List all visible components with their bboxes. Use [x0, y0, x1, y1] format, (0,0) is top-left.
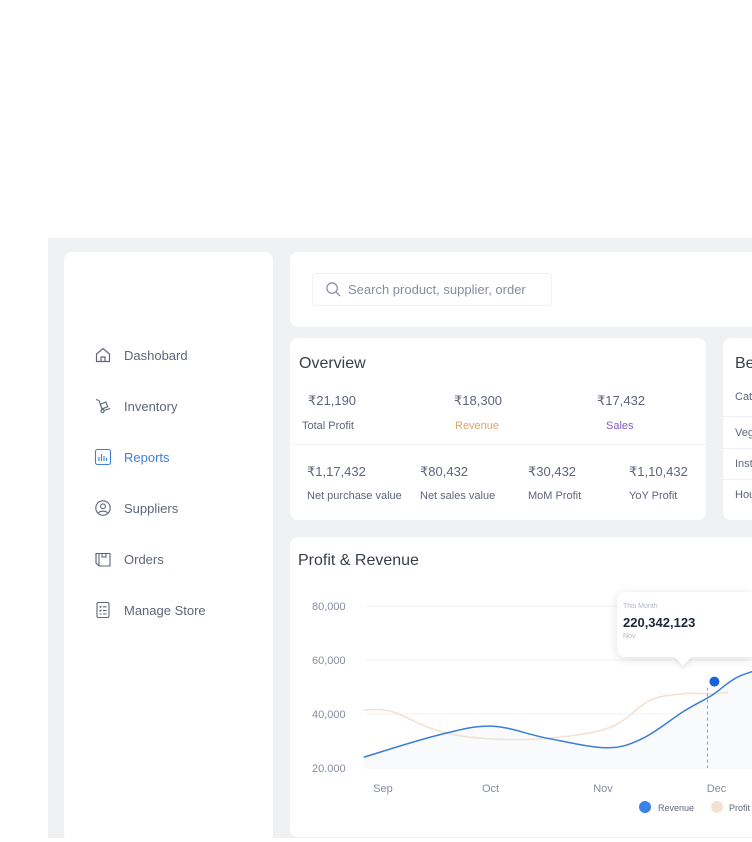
legend-revenue-swatch: [639, 801, 651, 813]
legend-profit-label: Profit: [729, 803, 751, 813]
chart-tooltip: This Month 220,342,123 Nov: [617, 592, 752, 657]
overview-divider: [290, 444, 706, 445]
y-tick-label: 80,000: [312, 601, 346, 613]
net-purchase-label: Net purchase value: [307, 490, 402, 502]
profit-revenue-card: Profit & Revenue 80,000 60,000 40,000 20.00…: [290, 537, 752, 837]
revenue-label: Revenue: [455, 420, 500, 432]
sidebar-item-label: Dashobard: [124, 347, 188, 363]
legend-revenue-label: Revenue: [658, 803, 694, 813]
y-tick-label: 20.000: [312, 763, 346, 775]
x-tick-label: Nov: [593, 783, 613, 795]
sidebar-item-label: Manage Store: [124, 602, 206, 618]
row-divider: [723, 479, 752, 480]
net-sales-value: ₹80,432: [420, 464, 469, 479]
sidebar-item-suppliers[interactable]: Suppliers: [94, 497, 178, 519]
y-tick-label: 40,000: [312, 709, 346, 721]
sales-label: Sales: [606, 420, 634, 432]
best-selling-row[interactable]: Veg: [735, 427, 752, 439]
tooltip-label: This Month: [623, 603, 658, 610]
best-selling-row[interactable]: Hou: [735, 489, 752, 501]
home-icon: [94, 346, 112, 364]
sidebar-item-manage-store[interactable]: Manage Store: [94, 599, 206, 621]
total-profit-label: Total Profit: [302, 420, 354, 432]
sidebar-item-label: Inventory: [124, 398, 178, 414]
profit-revenue-chart: 80,000 60,000 40,000 20.000 Sep Oct Nov Dec Reve…: [312, 601, 752, 813]
yoy-profit-value: ₹1,10,432: [629, 464, 688, 479]
revenue-area: [363, 671, 752, 768]
best-selling-title: Be: [735, 355, 752, 372]
best-selling-card: Be Cat Veg Inst Hou: [723, 338, 752, 520]
tooltip-period: Nov: [623, 633, 636, 640]
bar-chart-icon: [94, 448, 112, 466]
legend-profit-swatch: [711, 801, 723, 813]
best-selling-header: Cat: [735, 391, 752, 403]
sidebar-item-label: Suppliers: [124, 500, 179, 516]
top-bar: [290, 252, 752, 327]
mom-profit-label: MoM Profit: [528, 490, 582, 502]
sidebar-item-inventory[interactable]: Inventory: [94, 395, 177, 417]
total-profit-value: ₹21,190: [308, 393, 357, 408]
sidebar-item-reports[interactable]: Reports: [94, 446, 170, 468]
overview-title: Overview: [299, 355, 366, 372]
yoy-profit-label: YoY Profit: [629, 490, 678, 502]
search-icon: [326, 282, 341, 297]
mom-profit-value: ₹30,432: [528, 464, 577, 479]
tooltip-value: 220,342,123: [623, 615, 696, 630]
net-sales-label: Net sales value: [420, 490, 496, 502]
row-divider: [723, 448, 752, 449]
hand-truck-icon: [94, 397, 112, 415]
sidebar-item-dashboard[interactable]: Dashobard: [94, 344, 188, 366]
overview-card: Overview ₹21,190 Total Profit ₹18,300 Re…: [290, 338, 706, 520]
clipboard-list-icon: [94, 601, 112, 619]
best-selling-row[interactable]: Inst: [735, 458, 752, 470]
x-tick-label: Dec: [707, 783, 727, 795]
sidebar: Dashobard Inventory Reports Suppliers Or…: [64, 252, 273, 842]
row-divider: [723, 416, 752, 417]
search-box[interactable]: [312, 273, 552, 306]
net-purchase-value: ₹1,17,432: [307, 464, 366, 479]
y-tick-label: 60,000: [312, 655, 346, 667]
search-input[interactable]: [348, 282, 538, 297]
box-icon: [94, 550, 112, 568]
x-tick-label: Sep: [373, 783, 393, 795]
user-circle-icon: [94, 499, 112, 517]
revenue-value: ₹18,300: [454, 393, 503, 408]
highlight-point: [709, 676, 720, 687]
sidebar-item-label: Reports: [124, 449, 170, 465]
x-tick-label: Oct: [482, 783, 499, 795]
sidebar-item-orders[interactable]: Orders: [94, 548, 164, 570]
sidebar-item-label: Orders: [124, 551, 164, 567]
sales-value: ₹17,432: [597, 393, 646, 408]
